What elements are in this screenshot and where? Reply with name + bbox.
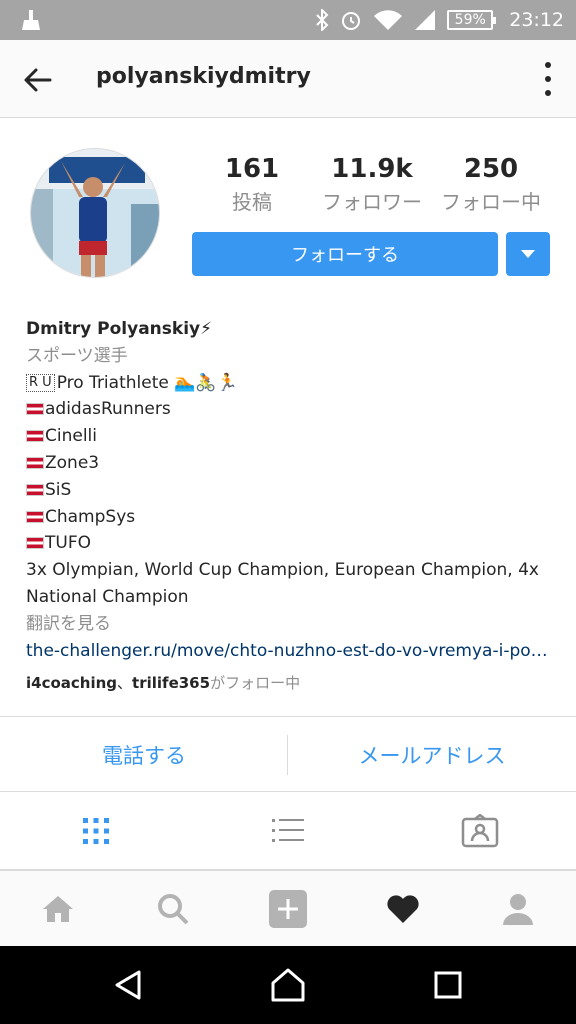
android-back-button[interactable] [108,965,148,1005]
bio-description: 3x Olympian, World Cup Champion, Europea… [26,560,539,607]
posts-label: 投稿 [232,190,272,214]
arrow-left-icon[interactable] [22,64,54,96]
bio-website-link[interactable]: the-challenger.ru/move/chto-nuzhno-est-d… [26,638,556,665]
latvia-flag-icon [26,430,44,443]
follower-name: i4coaching [26,674,118,693]
sponsor-line: Cinelli [26,423,556,450]
app-bar: polyanskiydmitry [0,40,576,118]
profile-username: polyanskiydmitry [96,64,311,89]
profile-icon [502,894,533,925]
latvia-flag-icon [26,456,44,469]
followers-count: 11.9k [331,154,413,184]
bio-line-ru: R U Pro Triathlete 🏊🚴🏃 [26,370,556,397]
status-time: 23:12 [509,9,564,31]
status-bar: 59% 23:12 [0,0,576,40]
nav-search[interactable] [115,871,230,947]
heart-icon [386,895,419,923]
nav-activity[interactable] [345,871,460,947]
tab-list-view[interactable] [192,792,384,870]
profile-category: スポーツ選手 [26,345,128,366]
ru-flag-icon: R U [26,373,55,392]
profile-bio: Dmitry Polyanskiy⚡ スポーツ選手 R U Pro Triathl… [26,316,556,697]
sponsor-line: adidasRunners [26,396,556,423]
grid-icon [83,818,109,844]
posts-count: 161 [224,154,280,184]
alarm-icon [342,12,361,30]
more-vertical-icon[interactable] [544,62,552,96]
sponsor-line: SiS [26,477,556,504]
follow-button[interactable]: フォローする [192,232,498,276]
home-circle-icon [271,968,305,1002]
tab-grid-view[interactable] [0,792,192,870]
sponsor-line: Zone3 [26,450,556,477]
call-button[interactable]: 電話する [0,717,288,793]
bottom-navigation [0,870,576,946]
search-icon [157,894,188,925]
following-count: 250 [463,154,519,184]
sponsor-item: TUFO [45,533,91,554]
chevron-down-icon [521,250,535,258]
sponsor-item: ChampSys [45,506,136,527]
bio-pro-triathlete: Pro Triathlete 🏊🚴🏃 [56,372,238,393]
add-icon [268,890,307,928]
followed-by-suffix: がフォロー中 [210,674,301,693]
battery-indicator: 59% [447,10,497,30]
sponsor-item: SiS [45,479,72,500]
sponsor-item: Cinelli [45,426,97,447]
following-stat[interactable]: 250 フォロー中 [432,152,550,218]
followed-by[interactable]: i4coaching、trilife365がフォロー中 [26,670,556,697]
home-icon [42,896,73,922]
see-translation-link[interactable]: 翻訳を見る [26,611,556,638]
wifi-icon [374,10,403,31]
recents-square-icon [434,971,462,999]
profile-stats: 161 投稿 11.9k フォロワー 250 フォロー中 [192,152,552,222]
latvia-flag-icon [26,403,44,416]
suggestions-dropdown-button[interactable] [506,232,550,276]
latvia-flag-icon [26,510,44,523]
latvia-flag-icon [26,537,44,550]
avatar-photo [31,149,159,277]
tab-tagged-view[interactable] [384,792,576,870]
contact-row: 電話する メールアドレス [0,716,576,792]
nav-add[interactable] [230,871,345,947]
cleaner-icon [22,10,40,30]
followers-stat[interactable]: 11.9k フォロワー [310,152,434,218]
nav-profile[interactable] [460,871,575,947]
followed-by-separator: 、 [117,674,133,693]
following-label: フォロー中 [441,190,541,214]
nav-home[interactable] [0,871,115,947]
sponsor-item: adidasRunners [45,399,171,420]
email-button[interactable]: メールアドレス [288,717,576,793]
profile-full-name: Dmitry Polyanskiy⚡ [26,319,213,339]
list-icon [272,819,304,842]
profile-view-tabs [0,792,576,870]
status-indicators: 59% 23:12 [315,0,564,40]
back-triangle-icon [115,970,141,1000]
avatar[interactable] [30,148,160,278]
android-recents-button[interactable] [428,965,468,1005]
posts-stat[interactable]: 161 投稿 [216,152,288,218]
followers-label: フォロワー [322,190,422,214]
bluetooth-icon [316,9,329,31]
android-navigation-bar [0,946,576,1024]
latvia-flag-icon [26,483,44,496]
follower-name: trilife365 [132,674,211,693]
sponsor-line: TUFO [26,530,556,557]
signal-icon [415,10,436,30]
android-home-button[interactable] [268,965,308,1005]
sponsor-line: ChampSys [26,504,556,531]
sponsor-item: Zone3 [45,452,100,473]
tagged-icon [461,814,499,848]
